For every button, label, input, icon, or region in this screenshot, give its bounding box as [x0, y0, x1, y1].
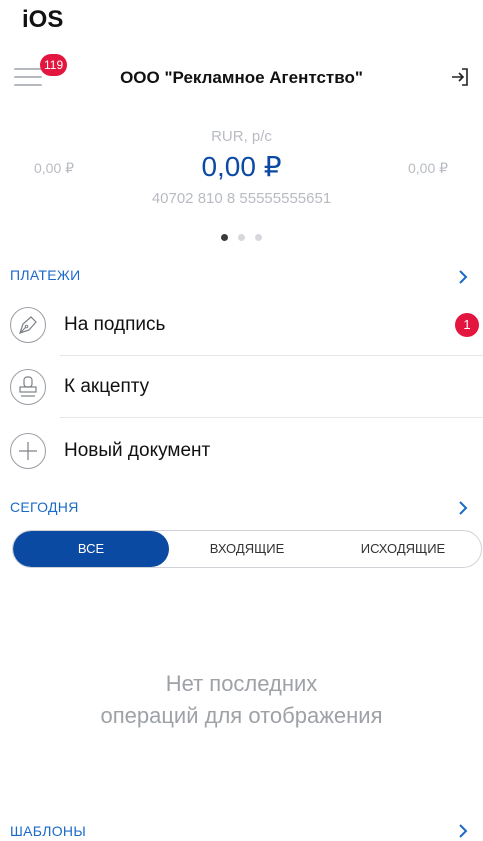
company-title: ООО "Рекламное Агентство"	[120, 68, 363, 87]
tab-all[interactable]: ВСЕ	[13, 531, 169, 567]
chevron-right-icon[interactable]	[455, 267, 471, 287]
page-dot	[255, 234, 262, 241]
empty-state-line: Нет последних	[165, 671, 318, 696]
page-dot	[221, 234, 228, 241]
tab-outgoing[interactable]: ИСХОДЯЩИЕ	[325, 531, 481, 567]
page-indicator[interactable]	[0, 228, 483, 246]
next-account-amount[interactable]: 0,00 ₽	[408, 160, 448, 177]
list-item-label: Новый документ	[64, 440, 211, 461]
logout-button[interactable]	[448, 65, 472, 89]
empty-state-message: Нет последних операций для отображения	[0, 668, 483, 732]
account-type: RUR, р/с	[211, 128, 272, 145]
pen-nib-icon	[10, 307, 46, 343]
list-item-label: На подпись	[64, 314, 166, 335]
payments-item-new-document[interactable]: Новый документ	[0, 422, 483, 482]
divider	[60, 355, 483, 356]
list-item-label: К акцепту	[64, 376, 150, 397]
payments-item-sign[interactable]: На подпись 1	[0, 296, 483, 356]
payments-section-title[interactable]: ПЛАТЕЖИ	[10, 267, 80, 283]
logout-arrow-icon	[452, 68, 468, 86]
stamp-icon	[10, 369, 46, 405]
count-badge: 1	[455, 313, 479, 337]
operations-filter[interactable]: ВСЕ ВХОДЯЩИЕ ИСХОДЯЩИЕ	[12, 530, 482, 568]
chevron-right-icon[interactable]	[455, 821, 471, 841]
page-dot	[238, 234, 245, 241]
today-section-title[interactable]: СЕГОДНЯ	[10, 499, 79, 515]
empty-state-line: операций для отображения	[100, 703, 383, 728]
chevron-right-icon[interactable]	[455, 498, 471, 518]
plus-icon	[10, 433, 46, 469]
templates-section-title[interactable]: ШАБЛОНЫ	[10, 823, 86, 839]
divider	[60, 417, 483, 418]
platform-label: iOS	[22, 6, 64, 33]
tab-incoming[interactable]: ВХОДЯЩИЕ	[169, 531, 325, 567]
account-number: 40702 810 8 55555555651	[151, 190, 332, 207]
payments-item-accept[interactable]: К акцепту	[0, 358, 483, 418]
